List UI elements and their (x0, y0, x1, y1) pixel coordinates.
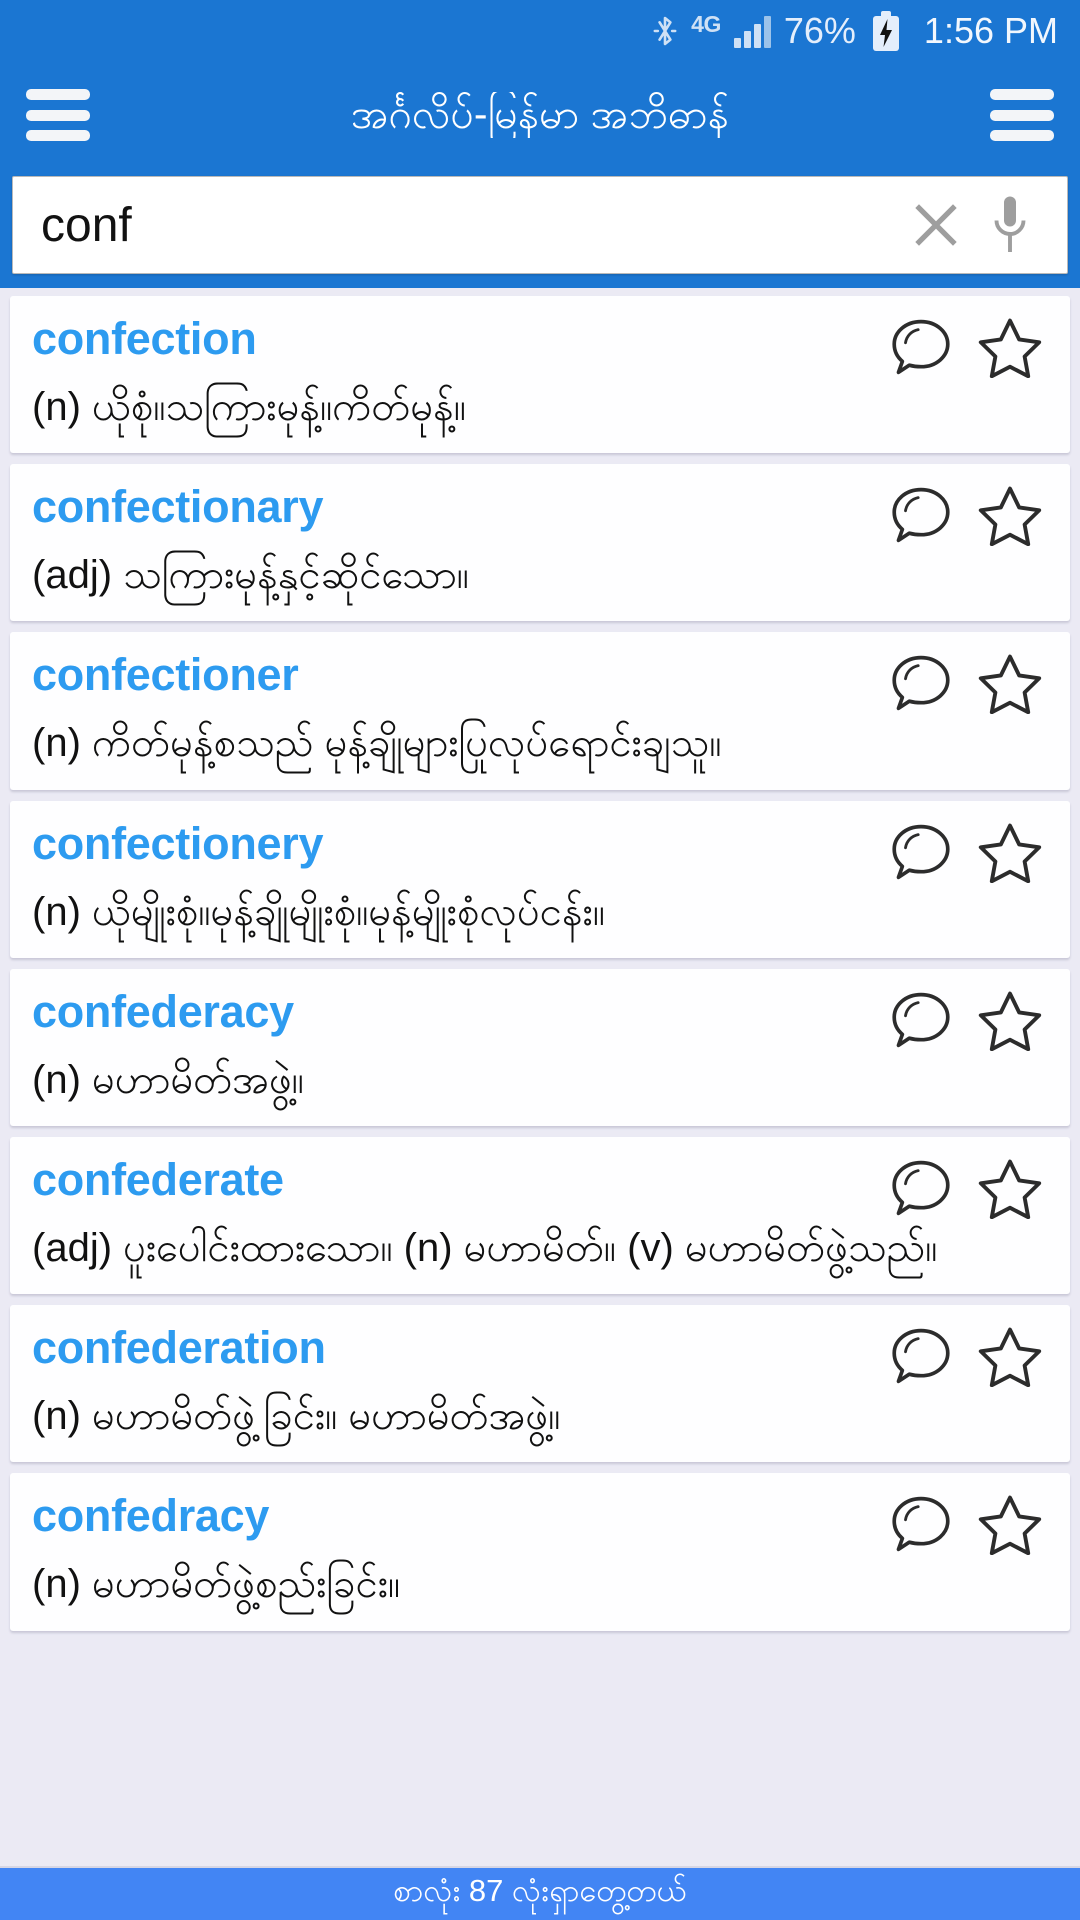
card-header: confectionary (32, 480, 1048, 547)
dictionary-app-screen: 4G 76% 1:56 PM အင်္ဂလိပ်-မြန်မာ အဘိဓာန် (0, 0, 1080, 1920)
card-actions (890, 985, 1048, 1051)
speech-bubble-icon[interactable] (890, 822, 952, 882)
list-item[interactable]: confection (n) ယိုစုံ။သကြားမုန့်။ကိတ်မုန… (10, 296, 1070, 454)
star-outline-icon[interactable] (978, 1325, 1042, 1388)
battery-percent-label: 76% (784, 10, 856, 52)
app-bar: အင်္ဂလိပ်-မြန်မာ အဘိဓာန် (0, 62, 1080, 168)
card-header: confectioner (32, 648, 1048, 715)
card-actions (890, 480, 1048, 547)
search-input[interactable] (41, 197, 907, 253)
card-header: confedracy (32, 1489, 1048, 1556)
clock-text: 1:56 PM (923, 10, 1058, 51)
star-outline-icon[interactable] (978, 484, 1042, 547)
page-title: အင်္ဂလိပ်-မြန်မာ အဘိဓာန် (351, 92, 729, 138)
speech-bubble-icon[interactable] (890, 990, 952, 1050)
speech-bubble-icon[interactable] (890, 1494, 952, 1554)
speech-bubble-icon[interactable] (890, 485, 952, 545)
list-item[interactable]: confederation (n) မဟာမိတ်ဖွဲ့ခြင်း။ မဟာမ… (10, 1305, 1070, 1463)
card-header: confederacy (32, 985, 1048, 1051)
star-outline-icon[interactable] (978, 1157, 1042, 1219)
network-type-label: 4G (691, 11, 721, 45)
search-box[interactable] (12, 176, 1068, 274)
card-header: confederate (32, 1153, 1048, 1219)
card-actions (890, 312, 1048, 378)
definition-text: (adj) ပူးပေါင်းထားသော။ (n) မဟာမိတ်။ (v) … (32, 1225, 938, 1270)
headword[interactable]: confectionery (32, 817, 323, 870)
list-item[interactable]: confectionary (adj) သကြားမုန့်နှင့်ဆိုင်… (10, 464, 1070, 622)
card-actions (890, 817, 1048, 883)
card-actions (890, 648, 1048, 715)
list-item[interactable]: confedracy (n) မဟာမိတ်ဖွဲ့စည်းခြင်း။ (10, 1473, 1070, 1631)
definition-text: (adj) သကြားမုန့်နှင့်ဆိုင်သော။ (32, 553, 469, 598)
definition-text: (n) ယိုစုံ။သကြားမုန့်။ကိတ်မုန့်။ (32, 385, 466, 429)
speech-bubble-icon[interactable] (890, 317, 952, 377)
headword[interactable]: confectioner (32, 648, 299, 701)
speech-bubble-icon[interactable] (890, 1158, 952, 1218)
headword[interactable]: confectionary (32, 480, 323, 533)
definition-text: (n) ယိုမျိုးစုံ။မုန့်ချိုမျိုးစုံ။မုန့်မ… (32, 889, 605, 934)
signal-bars-icon (733, 14, 771, 48)
headword[interactable]: confederate (32, 1153, 284, 1206)
definition-text: (n) မဟာမိတ်ဖွဲ့စည်းခြင်း။ (32, 1562, 401, 1607)
card-header: confederation (32, 1321, 1048, 1388)
speech-bubble-icon[interactable] (890, 1326, 952, 1386)
card-actions (890, 1489, 1048, 1556)
star-outline-icon[interactable] (978, 1493, 1042, 1556)
star-outline-icon[interactable] (978, 316, 1042, 378)
microphone-icon[interactable] (987, 192, 1033, 258)
overflow-hamburger-menu-icon[interactable] (990, 89, 1054, 141)
list-item[interactable]: confectionery (n) ယိုမျိုးစုံ။မုန့်ချိုမ… (10, 800, 1070, 958)
headword[interactable]: confederation (32, 1321, 326, 1374)
results-count-text: စာလုံး 87 လုံးရှာတွေ့တယ် (393, 1873, 687, 1908)
list-item[interactable]: confederate (adj) ပူးပေါင်းထားသော။ (n) မ… (10, 1136, 1070, 1295)
headword[interactable]: confedracy (32, 1489, 269, 1542)
card-header: confectionery (32, 817, 1048, 883)
status-bar: 4G 76% 1:56 PM (0, 0, 1080, 62)
star-outline-icon[interactable] (978, 821, 1042, 883)
definition-text: (n) ကိတ်မုန့်စသည် မုန့်ချိုများပြုလုပ်ရေ… (32, 721, 722, 766)
definition-text: (n) မဟာမိတ်ဖွဲ့ခြင်း။ မဟာမိတ်အဖွဲ့။ (32, 1394, 561, 1439)
network-type-text: 4G (691, 10, 721, 37)
list-item[interactable]: confectioner (n) ကိတ်မုန့်စသည် မုန့်ချို… (10, 632, 1070, 790)
star-outline-icon[interactable] (978, 989, 1042, 1051)
card-header: confection (32, 312, 1048, 378)
results-list[interactable]: confection (n) ယိုစုံ။သကြားမုန့်။ကိတ်မုန… (0, 288, 1080, 1920)
speech-bubble-icon[interactable] (890, 653, 952, 713)
battery-percent-text: 76% (783, 10, 856, 51)
results-count-bar: စာလုံး 87 လုံးရှာတွေ့တယ် (0, 1866, 1080, 1920)
card-actions (890, 1153, 1048, 1219)
clock: 1:56 PM (912, 10, 1058, 52)
headword[interactable]: confederacy (32, 985, 294, 1038)
search-bar-container (0, 168, 1080, 288)
card-actions (890, 1321, 1048, 1388)
headword[interactable]: confection (32, 312, 257, 365)
list-item[interactable]: confederacy (n) မဟာမိတ်အဖွဲ့။ (10, 968, 1070, 1126)
close-x-icon[interactable] (907, 196, 965, 254)
star-outline-icon[interactable] (978, 652, 1042, 715)
battery-charging-icon (869, 11, 899, 51)
hamburger-menu-icon[interactable] (26, 89, 90, 141)
definition-text: (n) မဟာမိတ်အဖွဲ့။ (32, 1057, 304, 1102)
bluetooth-icon (652, 12, 678, 50)
